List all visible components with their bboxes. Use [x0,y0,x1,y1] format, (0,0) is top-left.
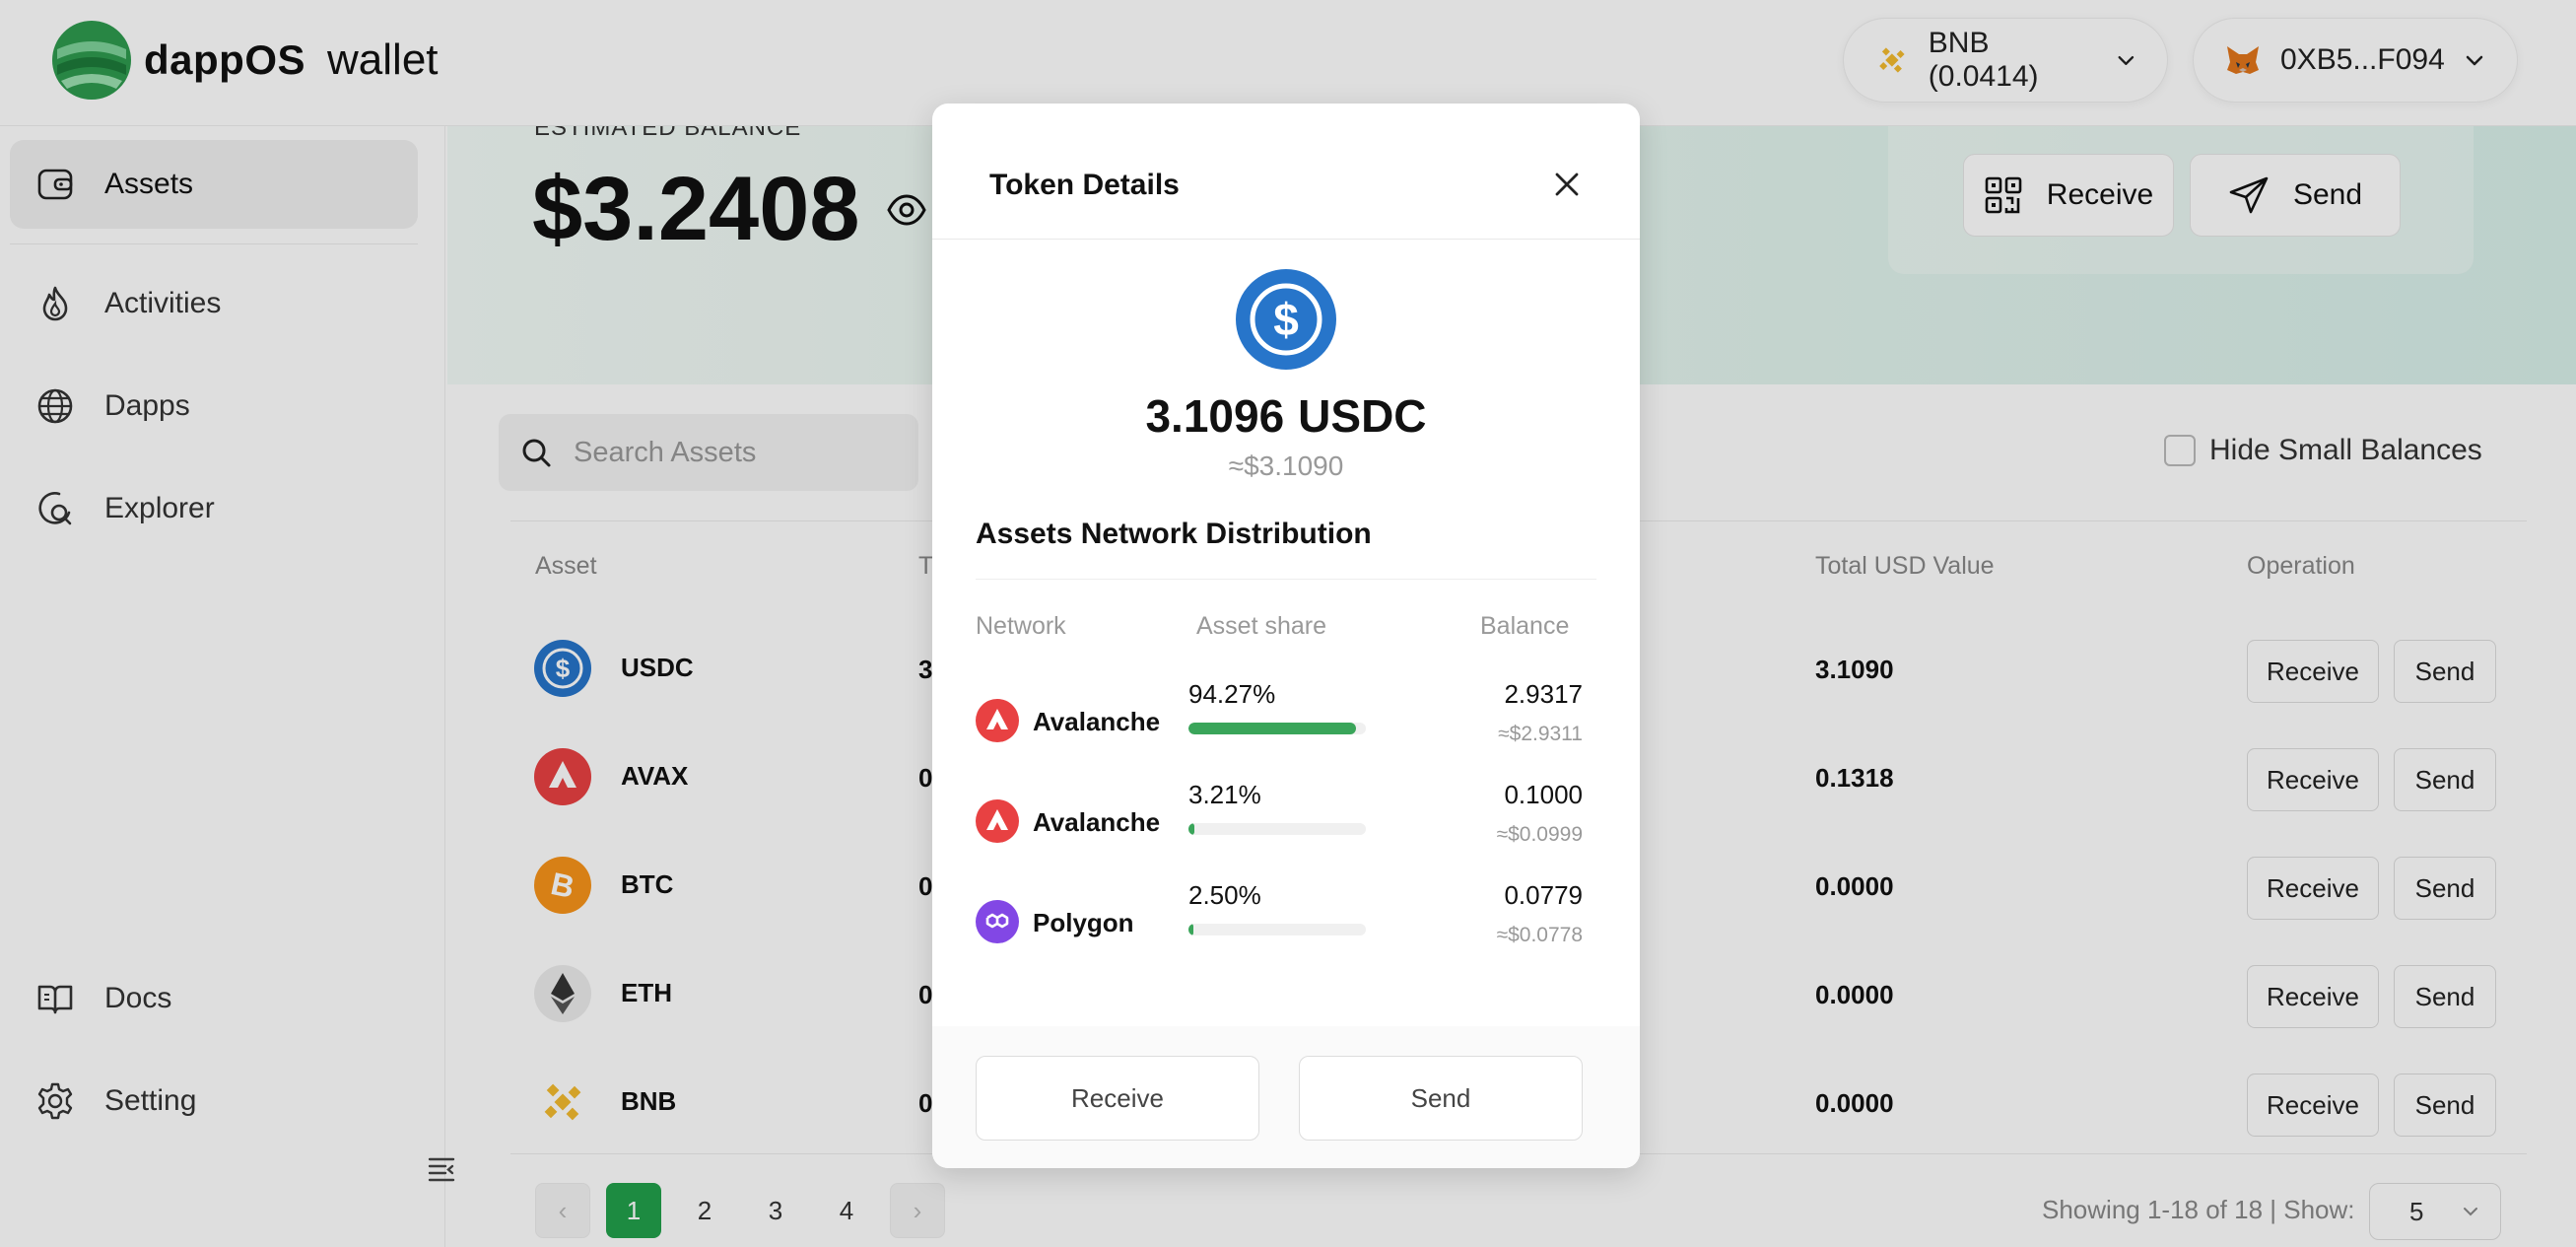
asset-share-percent: 2.50% [1188,880,1261,910]
asset-share-percent: 94.27% [1188,679,1276,709]
network-balance: 0.0779 [1504,880,1583,910]
asset-share-percent: 3.21% [1188,780,1261,809]
close-icon [1555,173,1579,196]
network-row: Avalanche 94.27% 2.9317 ≈$2.9311 [976,671,1583,770]
asset-share-bar-fill [1188,823,1194,835]
modal-send-button[interactable]: Send [1299,1056,1583,1141]
token-symbol: USDC [1298,390,1427,442]
token-amount-value: 3.1096 [1145,390,1285,442]
column-header-share: Asset share [1196,612,1327,640]
distribution-title: Assets Network Distribution [976,518,1372,550]
network-balance-usd: ≈$0.0778 [1496,924,1583,946]
usdc-icon: $ [1236,269,1336,370]
network-balance-usd: ≈$0.0999 [1496,823,1583,846]
modal-header: Token Details [932,104,1640,240]
network-balance-usd: ≈$2.9311 [1498,723,1583,745]
asset-share-bar [1188,823,1366,835]
column-header-network: Network [976,612,1066,640]
network-balance: 0.1000 [1504,780,1583,809]
network-name: Avalanche [1033,707,1161,736]
polygon-icon [976,900,1019,943]
modal-receive-button[interactable]: Receive [976,1056,1259,1141]
modal-footer: Receive Send [932,1026,1640,1168]
asset-share-bar-fill [1188,924,1193,935]
network-name: Avalanche [1033,807,1161,837]
modal-title: Token Details [989,169,1180,201]
close-button[interactable] [1547,165,1587,204]
asset-share-bar [1188,723,1366,734]
divider [976,579,1596,580]
network-row: Polygon 2.50% 0.0779 ≈$0.0778 [976,872,1583,971]
network-name: Polygon [1033,908,1134,937]
avalanche-icon [976,799,1019,843]
asset-share-bar [1188,924,1366,935]
svg-text:$: $ [1273,294,1299,345]
network-balance: 2.9317 [1504,679,1583,709]
token-details-modal: Token Details $ 3.1096 USDC ≈$3.1090 Asse… [932,104,1640,1168]
token-usd-value: ≈$3.1090 [1228,450,1344,481]
token-amount: 3.1096 USDC [932,389,1640,443]
network-row: Avalanche 3.21% 0.1000 ≈$0.0999 [976,772,1583,870]
asset-share-bar-fill [1188,723,1356,734]
avalanche-icon [976,699,1019,742]
column-header-balance: Balance [1480,612,1570,640]
